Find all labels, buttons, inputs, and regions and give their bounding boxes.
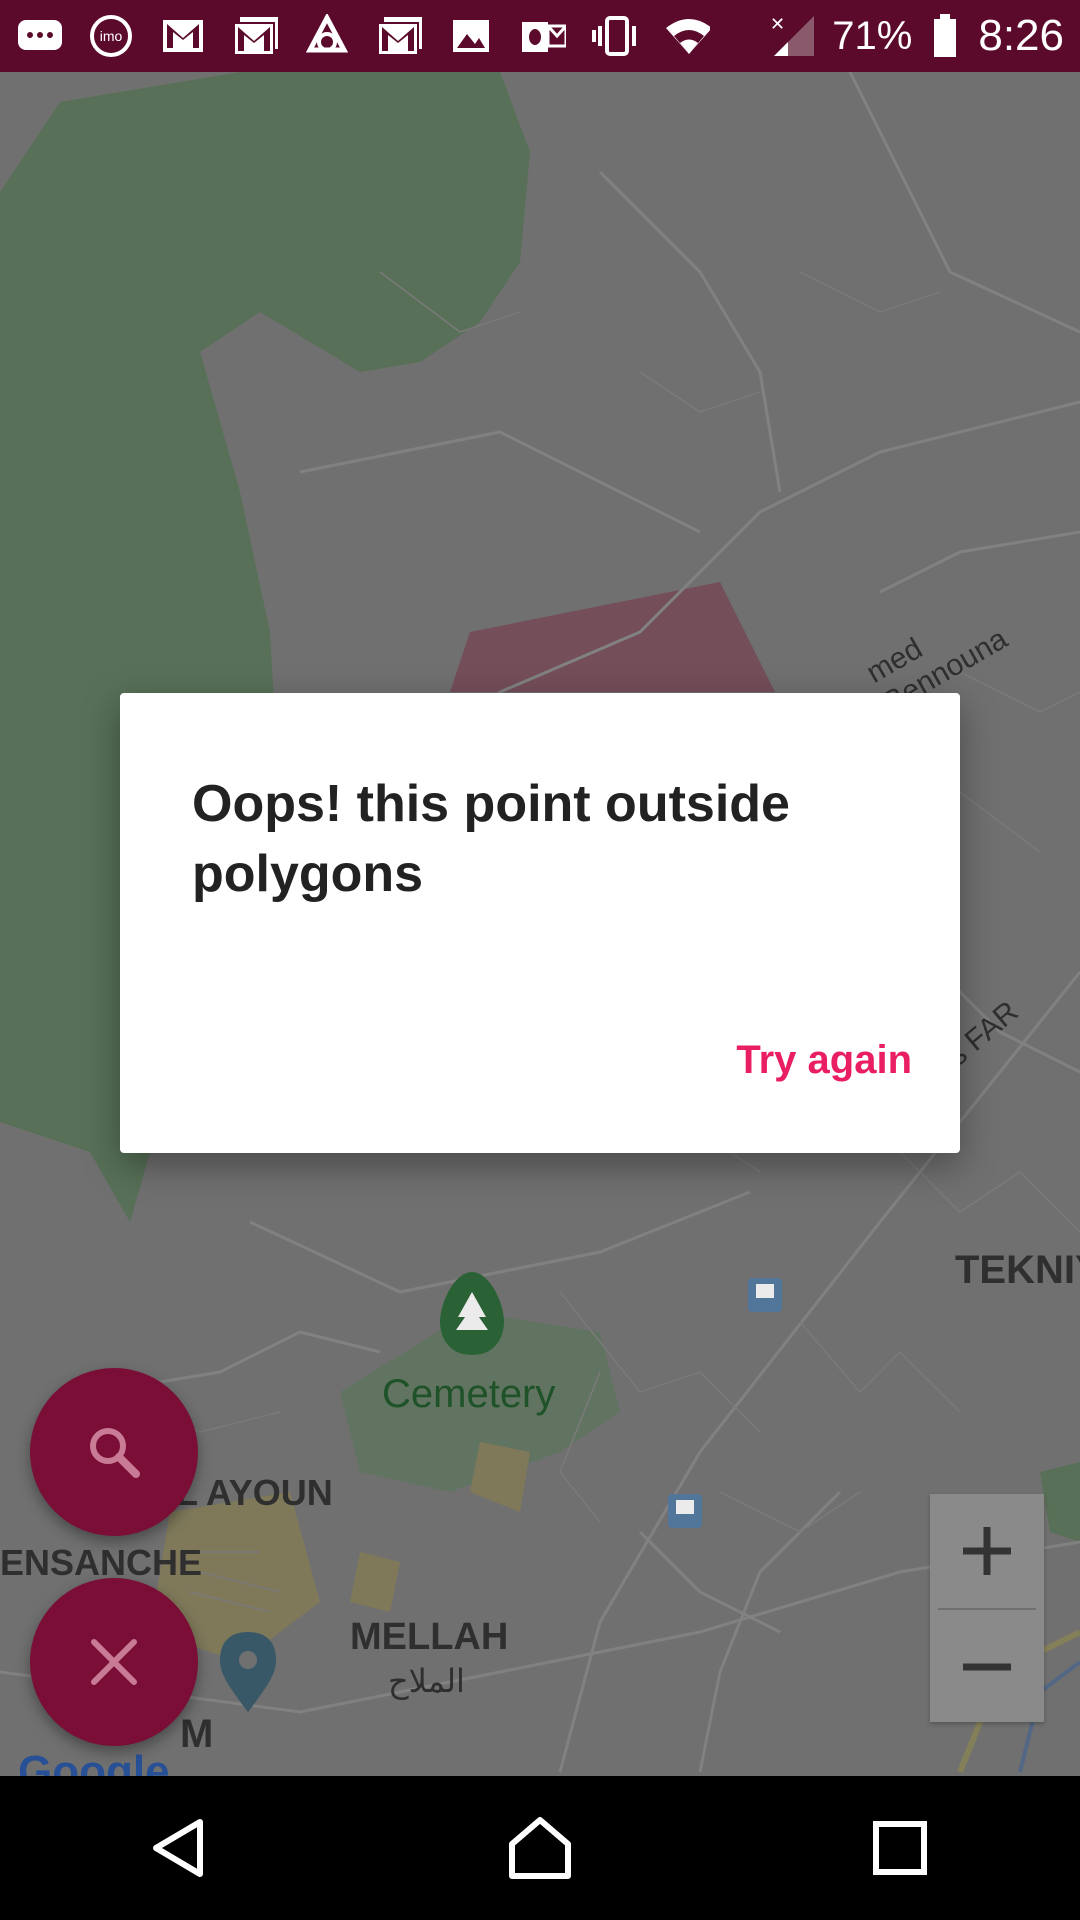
battery-percentage: 71% bbox=[832, 13, 913, 58]
zoom-controls bbox=[930, 1494, 1044, 1722]
home-button[interactable] bbox=[480, 1788, 600, 1908]
home-icon bbox=[509, 1817, 571, 1879]
recents-button[interactable] bbox=[840, 1788, 960, 1908]
dialog-title: Oops! this point outside polygons bbox=[192, 775, 790, 903]
close-button[interactable] bbox=[30, 1578, 198, 1746]
notification-icons: imo bbox=[16, 14, 710, 57]
minus-icon bbox=[963, 1663, 1011, 1671]
imo-icon: imo bbox=[88, 15, 134, 57]
search-icon bbox=[90, 1428, 140, 1478]
vibrate-icon bbox=[592, 16, 638, 56]
gmail-icon bbox=[232, 16, 278, 56]
recents-icon bbox=[873, 1821, 927, 1875]
app-icon bbox=[304, 14, 350, 56]
gmail-icon bbox=[160, 16, 206, 56]
back-icon bbox=[153, 1819, 203, 1877]
image-icon bbox=[448, 16, 494, 56]
close-icon bbox=[91, 1639, 137, 1685]
try-again-button[interactable]: Try again bbox=[736, 1038, 912, 1083]
zoom-out-button[interactable] bbox=[930, 1610, 1044, 1724]
alert-dialog: Oops! this point outside polygons Try ag… bbox=[120, 693, 960, 1153]
clock: 8:26 bbox=[978, 11, 1064, 60]
wifi-icon bbox=[664, 16, 710, 56]
zoom-in-button[interactable] bbox=[930, 1494, 1044, 1608]
svg-text:imo: imo bbox=[100, 28, 123, 44]
svg-text:✕: ✕ bbox=[770, 14, 785, 35]
outlook-icon bbox=[520, 16, 566, 56]
plus-icon bbox=[963, 1527, 1011, 1575]
back-button[interactable] bbox=[120, 1788, 240, 1908]
status-bar: imo ✕ 71% 8:26 bbox=[0, 0, 1080, 72]
signal-icon: ✕ bbox=[768, 14, 815, 56]
navigation-bar bbox=[0, 1776, 1080, 1920]
search-button[interactable] bbox=[30, 1368, 198, 1536]
battery-icon bbox=[930, 14, 960, 57]
chat-icon bbox=[16, 16, 62, 56]
status-right: ✕ 71% 8:26 bbox=[768, 11, 1064, 61]
gmail-icon bbox=[376, 16, 422, 56]
